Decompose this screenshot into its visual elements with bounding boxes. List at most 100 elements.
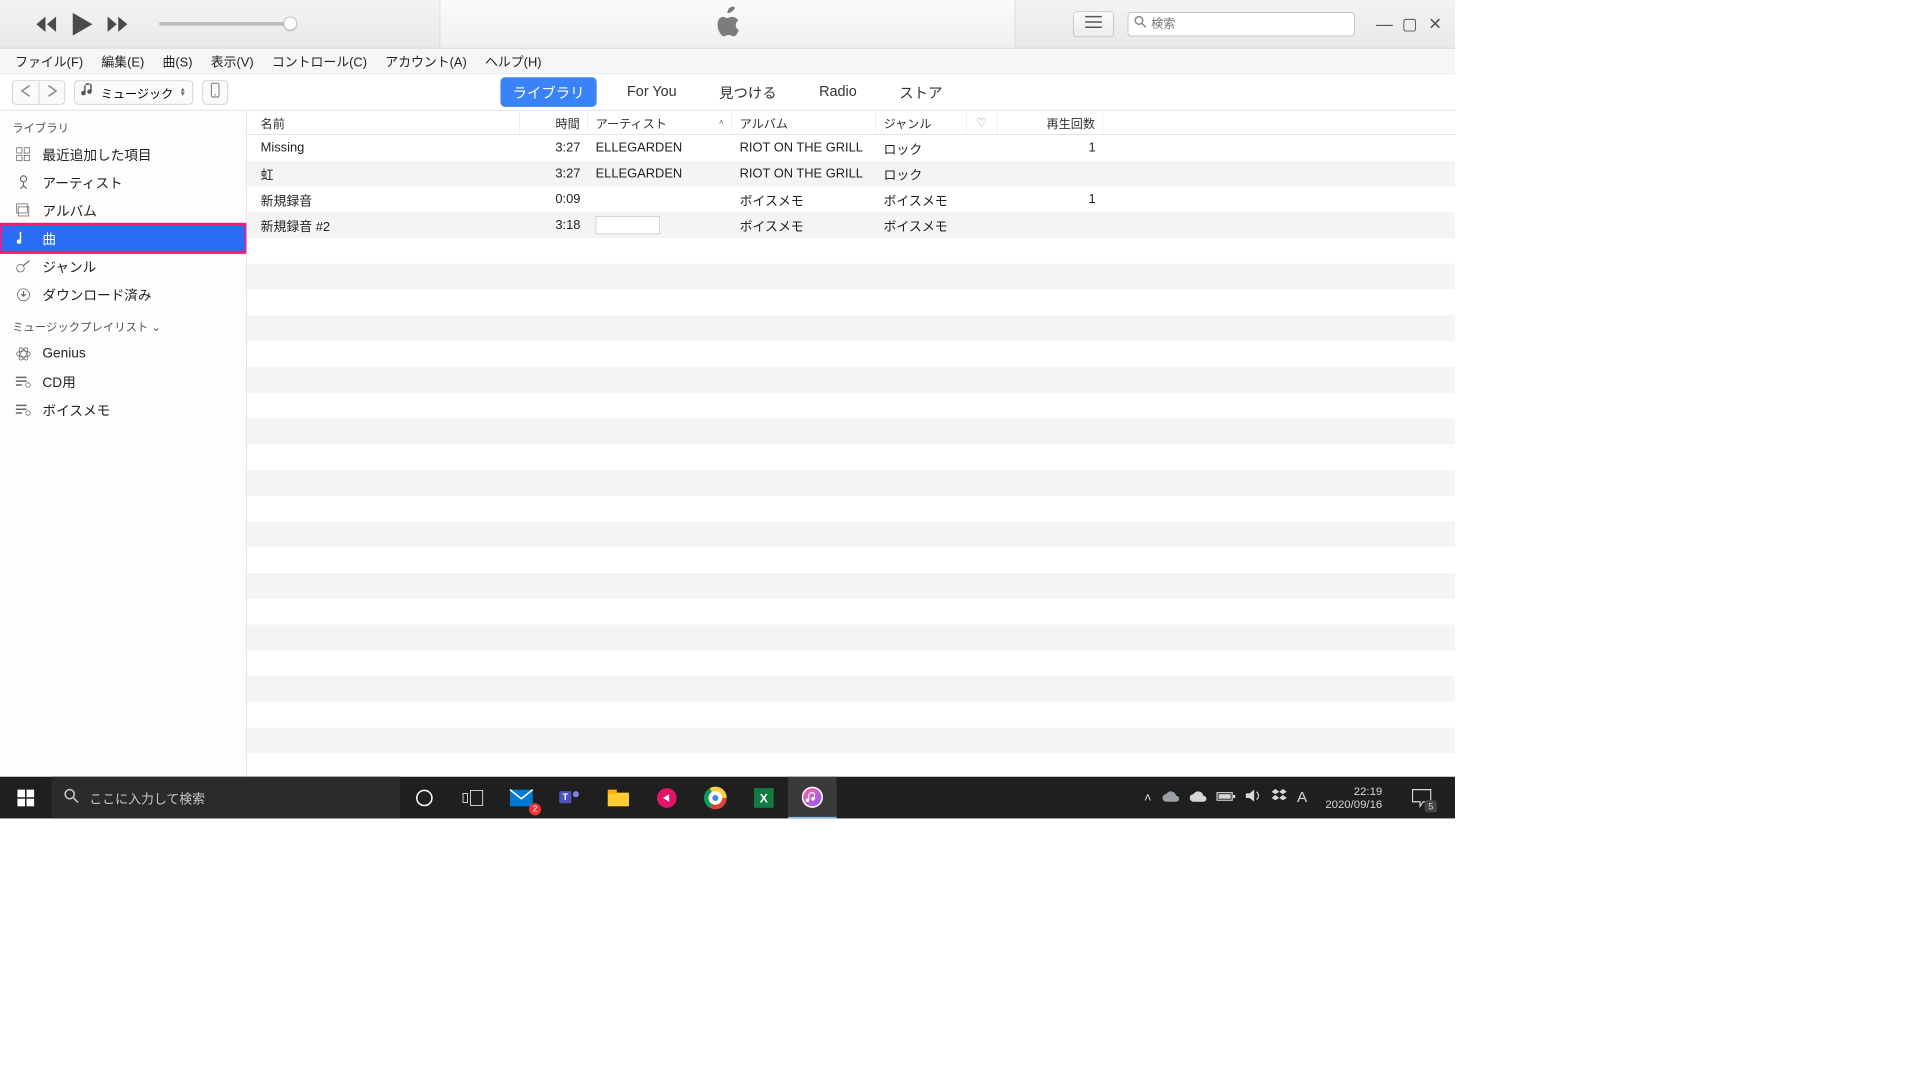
itunes-app-icon[interactable] bbox=[788, 777, 836, 819]
search-field[interactable] bbox=[1128, 12, 1355, 36]
apple-logo-icon bbox=[715, 7, 741, 41]
media-type-selector[interactable]: ミュージック ▴▾ bbox=[74, 80, 193, 104]
column-name[interactable]: 名前 bbox=[247, 111, 520, 134]
column-time[interactable]: 時間 bbox=[520, 111, 588, 134]
cell-name: 新規録音 bbox=[247, 186, 520, 212]
volume-slider[interactable] bbox=[159, 22, 295, 26]
sidebar-playlist-genius[interactable]: Genius bbox=[0, 339, 246, 367]
action-center-button[interactable]: 5 bbox=[1400, 777, 1442, 819]
playback-controls bbox=[0, 13, 129, 36]
tab-browse[interactable]: 見つける bbox=[707, 77, 789, 107]
phone-icon bbox=[210, 83, 219, 102]
guitar-icon bbox=[15, 258, 32, 275]
menu-view[interactable]: 表示(V) bbox=[203, 48, 261, 73]
maximize-button[interactable]: ▢ bbox=[1402, 16, 1417, 33]
history-nav bbox=[12, 80, 65, 104]
heart-icon: ♡ bbox=[976, 115, 987, 130]
back-button[interactable] bbox=[13, 81, 39, 104]
table-row[interactable]: Missing3:27ELLEGARDENRIOT ON THE GRILLロッ… bbox=[247, 135, 1455, 161]
search-icon bbox=[64, 788, 79, 807]
next-button[interactable] bbox=[108, 16, 129, 31]
cell-artist: ELLEGARDEN bbox=[588, 161, 732, 187]
cell-album: ボイスメモ bbox=[732, 212, 876, 238]
column-love[interactable]: ♡ bbox=[967, 111, 997, 134]
column-artist[interactable]: アーティスト ˄ bbox=[588, 111, 732, 134]
dropbox-icon[interactable] bbox=[1271, 789, 1286, 806]
cell-plays bbox=[997, 212, 1103, 238]
cell-album: RIOT ON THE GRILL bbox=[732, 161, 876, 187]
sidebar-item-label: CD用 bbox=[42, 372, 75, 392]
sidebar-item-artists[interactable]: アーティスト bbox=[0, 168, 246, 196]
explorer-app-icon[interactable] bbox=[594, 777, 642, 819]
empty-row bbox=[247, 599, 1455, 625]
taskbar-clock[interactable]: 22:19 2020/09/16 bbox=[1318, 785, 1390, 811]
previous-button[interactable] bbox=[36, 16, 57, 31]
tab-library[interactable]: ライブラリ bbox=[500, 77, 596, 107]
sidebar-item-songs[interactable]: 曲 bbox=[0, 224, 246, 252]
menu-controls[interactable]: コントロール(C) bbox=[264, 48, 374, 73]
minimize-button[interactable]: — bbox=[1376, 16, 1391, 33]
column-plays[interactable]: 再生回数 bbox=[997, 111, 1103, 134]
menu-file[interactable]: ファイル(F) bbox=[8, 48, 91, 73]
cell-plays: 1 bbox=[997, 186, 1103, 212]
svg-text:T: T bbox=[563, 792, 569, 802]
cell-genre: ロック bbox=[876, 161, 967, 187]
table-row[interactable]: 虹3:27ELLEGARDENRIOT ON THE GRILLロック bbox=[247, 161, 1455, 187]
battery-icon[interactable] bbox=[1217, 790, 1235, 805]
menu-help[interactable]: ヘルプ(H) bbox=[477, 48, 549, 73]
forward-button[interactable] bbox=[39, 81, 65, 104]
table-header: 名前 時間 アーティスト ˄ アルバム ジャンル ♡ 再生回数 bbox=[247, 111, 1455, 135]
up-next-button[interactable] bbox=[1073, 11, 1114, 37]
close-button[interactable]: ✕ bbox=[1428, 16, 1443, 33]
sidebar-playlist-voice[interactable]: ボイスメモ bbox=[0, 396, 246, 424]
play-button[interactable] bbox=[73, 13, 93, 36]
device-button[interactable] bbox=[202, 80, 228, 104]
search-input[interactable] bbox=[1151, 17, 1348, 31]
cell-artist bbox=[588, 212, 732, 238]
artist-edit-field[interactable] bbox=[596, 216, 660, 234]
table-body: Missing3:27ELLEGARDENRIOT ON THE GRILLロッ… bbox=[247, 135, 1455, 777]
app-icon[interactable] bbox=[643, 777, 691, 819]
column-genre[interactable]: ジャンル bbox=[876, 111, 967, 134]
empty-row bbox=[247, 547, 1455, 573]
tray-chevron-icon[interactable]: ˄ bbox=[1144, 790, 1152, 805]
ime-indicator[interactable]: A bbox=[1297, 789, 1307, 806]
sidebar-item-recent[interactable]: 最近追加した項目 bbox=[0, 140, 246, 168]
start-button[interactable] bbox=[0, 777, 52, 819]
menu-song[interactable]: 曲(S) bbox=[155, 48, 200, 73]
section-tabs: ライブラリ For You 見つける Radio ストア bbox=[500, 77, 954, 107]
cell-name: 新規録音 #2 bbox=[247, 212, 520, 238]
tab-radio[interactable]: Radio bbox=[807, 79, 869, 105]
table-row[interactable]: 新規録音 #23:18ボイスメモボイスメモ bbox=[247, 212, 1455, 238]
taskbar-search[interactable]: ここに入力して検索 bbox=[52, 777, 401, 819]
teams-app-icon[interactable]: T bbox=[546, 777, 594, 819]
cloud-icon[interactable] bbox=[1189, 790, 1206, 805]
chrome-app-icon[interactable] bbox=[691, 777, 739, 819]
excel-app-icon[interactable]: X bbox=[740, 777, 788, 819]
menu-account[interactable]: アカウント(A) bbox=[378, 48, 475, 73]
player-bar: — ▢ ✕ bbox=[0, 0, 1455, 48]
tab-store[interactable]: ストア bbox=[887, 77, 954, 107]
sidebar-item-downloaded[interactable]: ダウンロード済み bbox=[0, 280, 246, 308]
now-playing-lcd bbox=[440, 0, 1016, 48]
grid-icon bbox=[15, 146, 32, 163]
sidebar-item-genres[interactable]: ジャンル bbox=[0, 252, 246, 280]
table-row[interactable]: 新規録音0:09ボイスメモボイスメモ1 bbox=[247, 186, 1455, 212]
sidebar-playlists-header[interactable]: ミュージックプレイリスト ⌄ bbox=[0, 308, 246, 339]
menu-edit[interactable]: 編集(E) bbox=[94, 48, 152, 73]
mail-app-icon[interactable]: 2 bbox=[497, 777, 545, 819]
window-controls: — ▢ ✕ bbox=[1376, 16, 1443, 33]
task-view-icon[interactable] bbox=[449, 777, 497, 819]
cell-genre: ボイスメモ bbox=[876, 186, 967, 212]
column-album[interactable]: アルバム bbox=[732, 111, 876, 134]
track-table: 名前 時間 アーティスト ˄ アルバム ジャンル ♡ 再生回数 Missing3… bbox=[247, 111, 1455, 777]
tab-for-you[interactable]: For You bbox=[615, 79, 689, 105]
empty-row bbox=[247, 315, 1455, 341]
sidebar-playlist-cd[interactable]: CD用 bbox=[0, 368, 246, 396]
volume-icon[interactable] bbox=[1246, 789, 1261, 806]
cortana-icon[interactable] bbox=[400, 777, 448, 819]
sidebar-item-albums[interactable]: アルバム bbox=[0, 196, 246, 224]
onedrive-icon[interactable] bbox=[1162, 790, 1179, 805]
playlist-icon bbox=[15, 401, 32, 418]
cell-love bbox=[967, 161, 997, 187]
